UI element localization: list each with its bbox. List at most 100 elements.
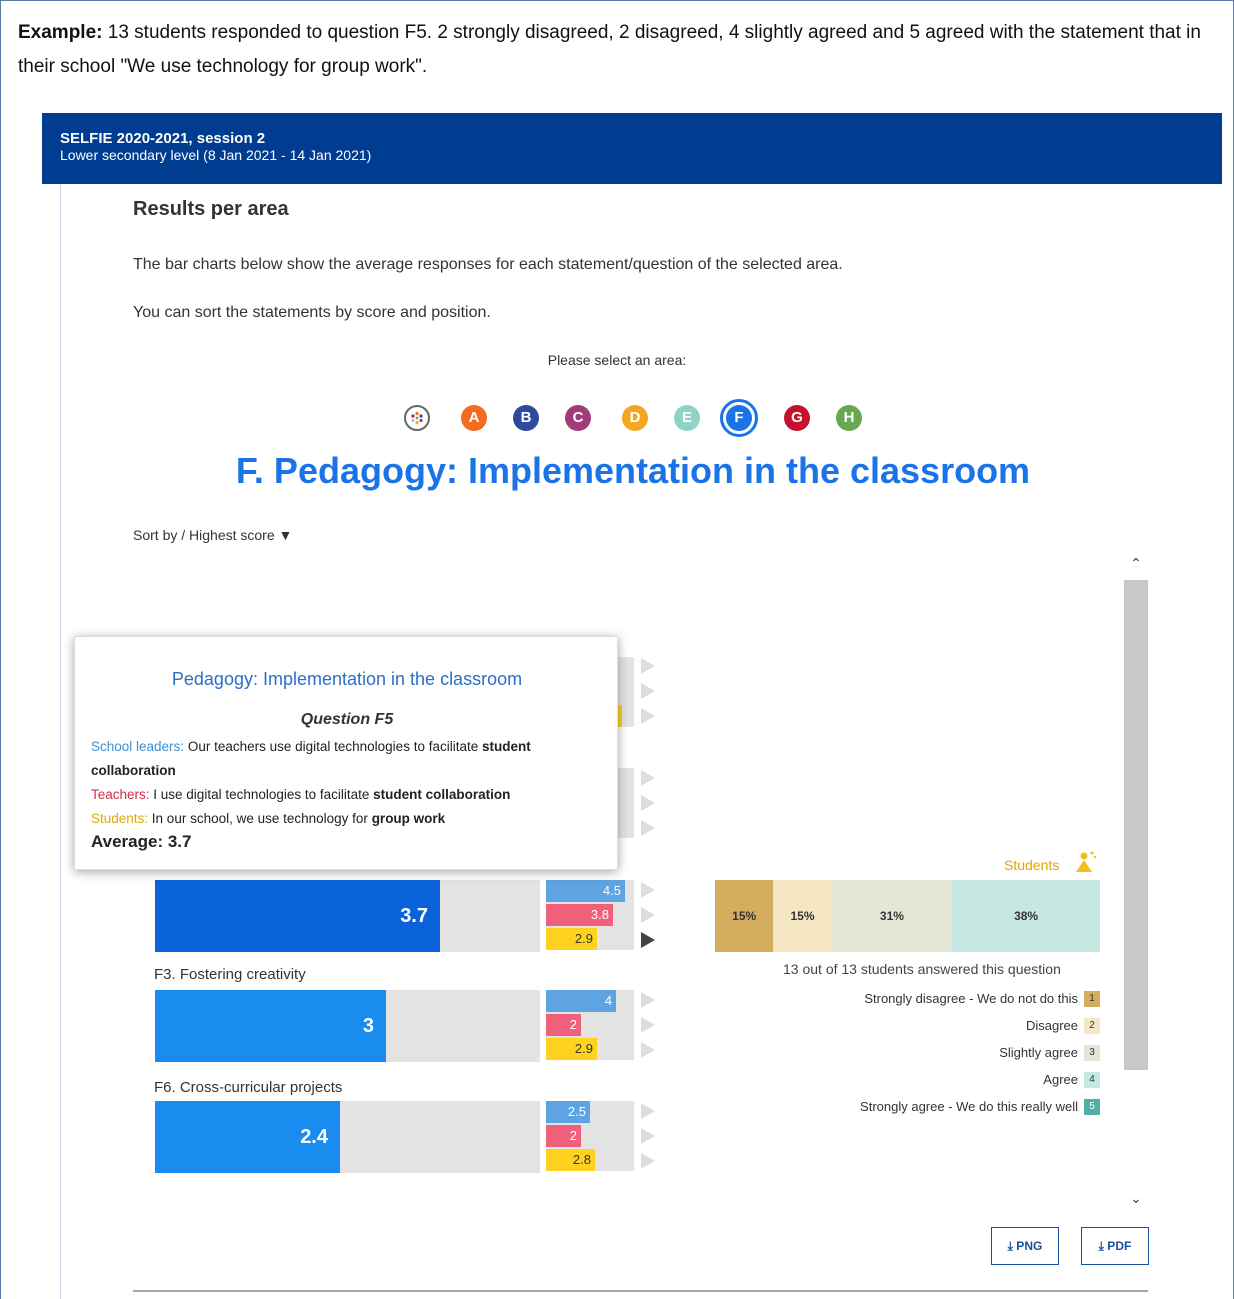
question-score-bar[interactable]: 2.4 (155, 1101, 540, 1173)
distribution-segment: 31% (831, 880, 953, 952)
tooltip-school-leaders: School leaders: Our teachers use digital… (91, 735, 601, 783)
students-label: Students (1004, 857, 1060, 873)
question-score-fill: 3 (155, 990, 386, 1062)
area-f-label: F (726, 405, 752, 431)
students-bar: 2.8 (546, 1149, 595, 1171)
caption-text: 13 students responded to question F5. 2 … (18, 22, 1201, 77)
tooltip-statements: School leaders: Our teachers use digital… (91, 735, 601, 831)
hidden-row-2-arrow-1[interactable] (641, 770, 655, 786)
question-label: F6. Cross-curricular projects (154, 1079, 343, 1096)
question-score-fill: 2.4 (155, 1101, 340, 1173)
question-score-fill: 3.7 (155, 880, 440, 952)
legend-row: Agree 4 (1043, 1072, 1100, 1088)
palette-icon (411, 411, 423, 425)
question-label: F3. Fostering creativity (154, 966, 306, 983)
legend-row: Disagree 2 (1026, 1018, 1100, 1034)
legend-row: Strongly agree - We do this really well 5 (860, 1099, 1100, 1115)
section-heading: Results per area (133, 198, 289, 220)
tooltip-tc-text: I use digital technologies to facilitate (149, 787, 374, 802)
legend-label: Disagree (1025, 1018, 1078, 1033)
tooltip-teachers: Teachers: I use digital technologies to … (91, 783, 601, 807)
legend-label: Strongly disagree - We do not do this (864, 991, 1078, 1006)
caption-bold: Example: (18, 22, 103, 43)
teachers-bar: 3.8 (546, 904, 613, 926)
area-title: F. Pedagogy: Implementation in the class… (235, 450, 1031, 491)
bottom-divider (133, 1290, 1148, 1292)
question-score-bar[interactable]: 3 (155, 990, 540, 1062)
distribution-segment: 15% (773, 880, 832, 952)
session-banner: SELFIE 2020-2021, session 2 Lower second… (42, 113, 1222, 184)
expand-arrow-icon[interactable] (641, 1042, 655, 1058)
distribution-segment: 15% (715, 880, 774, 952)
group-comparison-chart: 4 2 2.9 (546, 990, 634, 1060)
tooltip-sl-label: School leaders: (91, 739, 185, 754)
example-caption: Example: 13 students responded to questi… (18, 16, 1218, 84)
tooltip-title: Pedagogy: Implementation in the classroo… (171, 669, 523, 689)
hidden-row-1-arrow-3[interactable] (641, 708, 655, 724)
expand-arrow-icon[interactable] (641, 1017, 655, 1033)
area-all-button[interactable] (404, 405, 430, 431)
legend-swatch: 5 (1084, 1099, 1100, 1115)
area-h-button[interactable]: H (836, 405, 862, 431)
chart-scrollbar-thumb[interactable] (1124, 580, 1148, 1070)
tooltip-st-text: In our school, we use technology for (148, 811, 372, 826)
legend-row: Strongly disagree - We do not do this 1 (864, 991, 1100, 1007)
tooltip-st-bold: group work (371, 811, 446, 826)
area-f-button[interactable]: F (720, 399, 758, 437)
expand-arrow-icon[interactable] (641, 1128, 655, 1144)
scroll-down-icon[interactable]: ⌄ (1124, 1190, 1148, 1212)
legend-swatch: 1 (1084, 991, 1100, 1007)
teachers-bar: 2 (546, 1014, 581, 1036)
tooltip-st-label: Students: (91, 811, 149, 826)
area-b-button[interactable]: B (513, 405, 539, 431)
legend-label: Strongly agree - We do this really well (860, 1099, 1078, 1114)
legend-swatch: 4 (1084, 1072, 1100, 1088)
students-icon (1076, 851, 1097, 872)
group-comparison-chart: 2.5 2 2.8 (546, 1101, 634, 1171)
legend-swatch: 2 (1084, 1018, 1100, 1034)
answered-count: 13 out of 13 students answered this ques… (783, 961, 1061, 977)
expand-arrow-icon[interactable] (641, 992, 655, 1008)
area-a-button[interactable]: A (461, 405, 487, 431)
tooltip-tc-label: Teachers: (91, 787, 150, 802)
area-g-button[interactable]: G (784, 405, 810, 431)
question-tooltip: Pedagogy: Implementation in the classroo… (74, 636, 618, 870)
legend-label: Slightly agree (999, 1045, 1078, 1060)
expand-arrow-icon[interactable] (641, 882, 655, 898)
hidden-row-2-arrow-2[interactable] (641, 795, 655, 811)
school-leaders-bar: 2.5 (546, 1101, 590, 1123)
teachers-bar: 2 (546, 1125, 581, 1147)
legend-swatch: 3 (1084, 1045, 1100, 1061)
section-sort-note: You can sort the statements by score and… (133, 304, 491, 321)
students-bar: 2.9 (546, 928, 597, 950)
download-png-button[interactable]: ⤓ PNG (991, 1227, 1059, 1265)
students-bar: 2.9 (546, 1038, 597, 1060)
hidden-row-1-arrow-2[interactable] (641, 683, 655, 699)
scroll-up-icon[interactable]: ⌃ (1124, 555, 1148, 577)
section-intro: The bar charts below show the average re… (133, 256, 843, 273)
expand-arrow-icon[interactable] (641, 1153, 655, 1169)
legend-row: Slightly agree 3 (999, 1045, 1100, 1061)
download-pdf-button[interactable]: ⤓ PDF (1081, 1227, 1149, 1265)
tooltip-sl-text: Our teachers use digital technologies to… (184, 739, 482, 754)
expand-arrow-icon[interactable] (641, 1103, 655, 1119)
hidden-row-1-arrow-1[interactable] (641, 658, 655, 674)
area-e-button[interactable]: E (674, 405, 700, 431)
area-c-button[interactable]: C (565, 405, 591, 431)
expand-arrow-icon[interactable] (641, 932, 655, 948)
session-subtitle: Lower secondary level (8 Jan 2021 - 14 J… (60, 147, 372, 163)
question-score-bar[interactable]: 3.7 (155, 880, 540, 952)
school-leaders-bar: 4.5 (546, 880, 625, 902)
distribution-segment: 38% (952, 880, 1100, 952)
hidden-row-2-arrow-3[interactable] (641, 820, 655, 836)
sort-dropdown[interactable]: Sort by / Highest score ▼ (133, 527, 292, 543)
students-distribution-bar: 15% 15% 31% 38% (715, 880, 1100, 952)
tooltip-question: Question F5 (300, 711, 394, 728)
tooltip-average: Average: 3.7 (91, 832, 192, 851)
legend-label: Agree (1043, 1072, 1078, 1087)
area-d-button[interactable]: D (622, 405, 648, 431)
school-leaders-bar: 4 (546, 990, 616, 1012)
area-select-label: Please select an area: (547, 352, 687, 368)
expand-arrow-icon[interactable] (641, 907, 655, 923)
group-comparison-chart: 4.5 3.8 2.9 (546, 880, 634, 950)
